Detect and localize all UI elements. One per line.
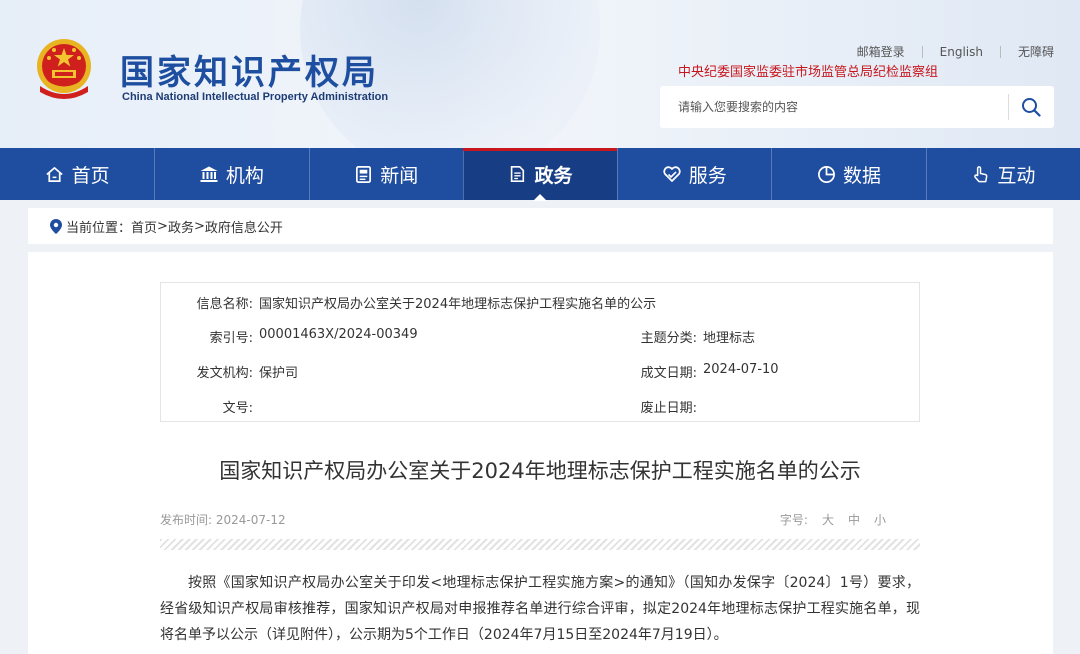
home-icon: [45, 164, 65, 184]
link-separator: [999, 45, 1001, 58]
interaction-icon: [970, 164, 990, 184]
breadcrumb-info-disclosure[interactable]: 政府信息公开: [205, 217, 283, 236]
breadcrumb-affairs[interactable]: 政务: [168, 217, 194, 236]
top-links: 邮箱登录 English 无障碍: [857, 43, 1054, 60]
info-created-value: 2024-07-10: [703, 362, 779, 377]
search-divider: [1008, 94, 1009, 120]
search-button[interactable]: [1016, 94, 1046, 120]
nav-item-home[interactable]: 首页: [0, 148, 154, 200]
institution-icon: [199, 164, 219, 184]
info-row-docno: 文号: 废止日期:: [161, 397, 921, 431]
main-nav: 首页 机构 新闻 政务 服务 数据 互动: [0, 148, 1080, 201]
nav-item-government-affairs[interactable]: 政务: [462, 148, 618, 201]
search-box: [660, 86, 1054, 128]
info-issuer-value: 保护司: [259, 366, 299, 381]
info-row-issuer: 发文机构: 保护司 成文日期: 2024-07-10: [161, 362, 921, 396]
breadcrumb-separator: >: [193, 218, 205, 234]
site-logo-chinese[interactable]: 国家知识产权局: [120, 45, 379, 94]
info-topic-label: 主题分类:: [640, 331, 697, 346]
breadcrumb-separator: >: [157, 218, 168, 234]
font-size-large[interactable]: 大: [822, 511, 834, 528]
breadcrumb-home[interactable]: 首页: [131, 217, 157, 236]
breadcrumb-prefix: 当前位置：: [66, 220, 132, 236]
nav-item-label: 政务: [534, 164, 573, 187]
info-name-value: 国家知识产权局办公室关于2024年地理标志保护工程实施名单的公示: [259, 297, 657, 312]
article-paragraph: 按照《国家知识产权局办公室关于印发<地理标志保护工程实施方案>的通知》（国知办发…: [160, 575, 920, 643]
info-issuer-label: 发文机构:: [196, 366, 253, 381]
location-pin-icon: [50, 218, 62, 234]
nav-item-data[interactable]: 数据: [771, 148, 925, 200]
site-logo-english[interactable]: China National Intellectual Property Adm…: [122, 91, 388, 103]
info-index-label: 索引号:: [209, 331, 253, 346]
info-index-value: 00001463X/2024-00349: [259, 327, 418, 342]
search-input[interactable]: [660, 86, 1000, 128]
font-size-label: 字号:: [779, 513, 808, 527]
nav-item-institution[interactable]: 机构: [154, 148, 308, 200]
nav-item-label: 新闻: [380, 164, 419, 187]
accessibility-link[interactable]: 无障碍: [1018, 43, 1054, 60]
publish-date: 发布时间: 2024-07-12: [160, 511, 286, 528]
publish-date-value: 2024-07-12: [215, 513, 286, 527]
font-size-medium[interactable]: 中: [848, 511, 860, 528]
breadcrumb: 当前位置： 首页 > 政务 > 政府信息公开: [28, 208, 1053, 244]
nav-item-label: 互动: [997, 164, 1036, 187]
nav-item-news[interactable]: 新闻: [308, 148, 463, 200]
article-title: 国家知识产权局办公室关于2024年地理标志保护工程实施名单的公示: [219, 459, 861, 483]
info-row-name: 信息名称: 国家知识产权局办公室关于2024年地理标志保护工程实施名单的公示: [161, 293, 921, 327]
info-docno-label: 文号:: [222, 401, 253, 416]
publish-date-label: 发布时间:: [160, 513, 213, 527]
nav-item-service[interactable]: 服务: [617, 148, 771, 200]
nav-item-label: 机构: [225, 164, 264, 187]
striped-divider: [160, 539, 920, 550]
active-caret: [532, 194, 547, 201]
info-topic-value: 地理标志: [703, 331, 756, 346]
data-icon: [816, 164, 836, 184]
nav-item-label: 数据: [843, 164, 882, 187]
info-abolish-label: 废止日期:: [640, 401, 697, 416]
font-size-controls: 字号: 大 中 小: [780, 511, 886, 528]
news-icon: [353, 164, 373, 184]
inspection-group-link[interactable]: 中央纪委国家监委驻市场监管总局纪检监察组: [678, 61, 938, 80]
document-icon: [507, 164, 527, 184]
font-size-small[interactable]: 小: [874, 511, 886, 528]
mail-login-link[interactable]: 邮箱登录: [857, 43, 905, 60]
search-icon: [1022, 98, 1041, 117]
site-header: 国家知识产权局 China National Intellectual Prop…: [0, 0, 1080, 148]
national-emblem-icon: [37, 39, 91, 99]
english-link[interactable]: English: [940, 45, 983, 59]
nav-item-label: 首页: [71, 164, 110, 187]
link-separator: [921, 45, 923, 58]
info-created-label: 成文日期:: [640, 366, 697, 381]
info-table: 信息名称: 国家知识产权局办公室关于2024年地理标志保护工程实施名单的公示 索…: [160, 282, 920, 422]
service-icon: [662, 164, 682, 184]
info-name-label: 信息名称:: [196, 297, 253, 312]
info-row-index: 索引号: 00001463X/2024-00349 主题分类: 地理标志: [161, 327, 921, 361]
nav-item-interaction[interactable]: 互动: [925, 148, 1080, 200]
nav-item-label: 服务: [688, 164, 727, 187]
